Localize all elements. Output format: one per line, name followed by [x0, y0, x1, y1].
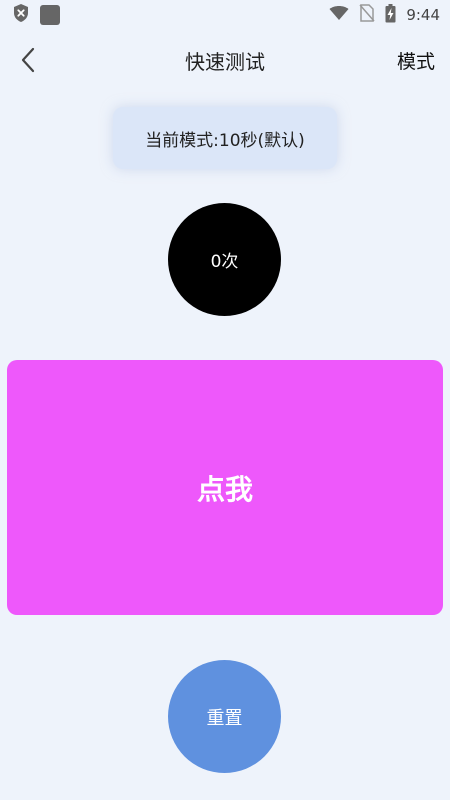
shield-x-icon [12, 3, 30, 27]
wifi-icon [329, 5, 349, 25]
tap-me-button[interactable]: 点我 [7, 360, 443, 615]
battery-charging-icon [385, 3, 396, 27]
page-title: 快速测试 [185, 50, 265, 74]
app-header: 快速测试 模式 [0, 38, 450, 86]
status-right: 9:44 [329, 3, 440, 27]
status-left [12, 3, 60, 27]
app-square-icon [40, 5, 60, 25]
click-counter: 0次 [168, 203, 281, 316]
mode-button[interactable]: 模式 [397, 38, 435, 86]
status-time: 9:44 [406, 6, 440, 24]
no-sim-icon [359, 4, 375, 26]
current-mode-label: 当前模式:10秒(默认) [113, 107, 337, 169]
reset-button[interactable]: 重置 [168, 660, 281, 773]
status-bar: 9:44 [0, 0, 450, 30]
